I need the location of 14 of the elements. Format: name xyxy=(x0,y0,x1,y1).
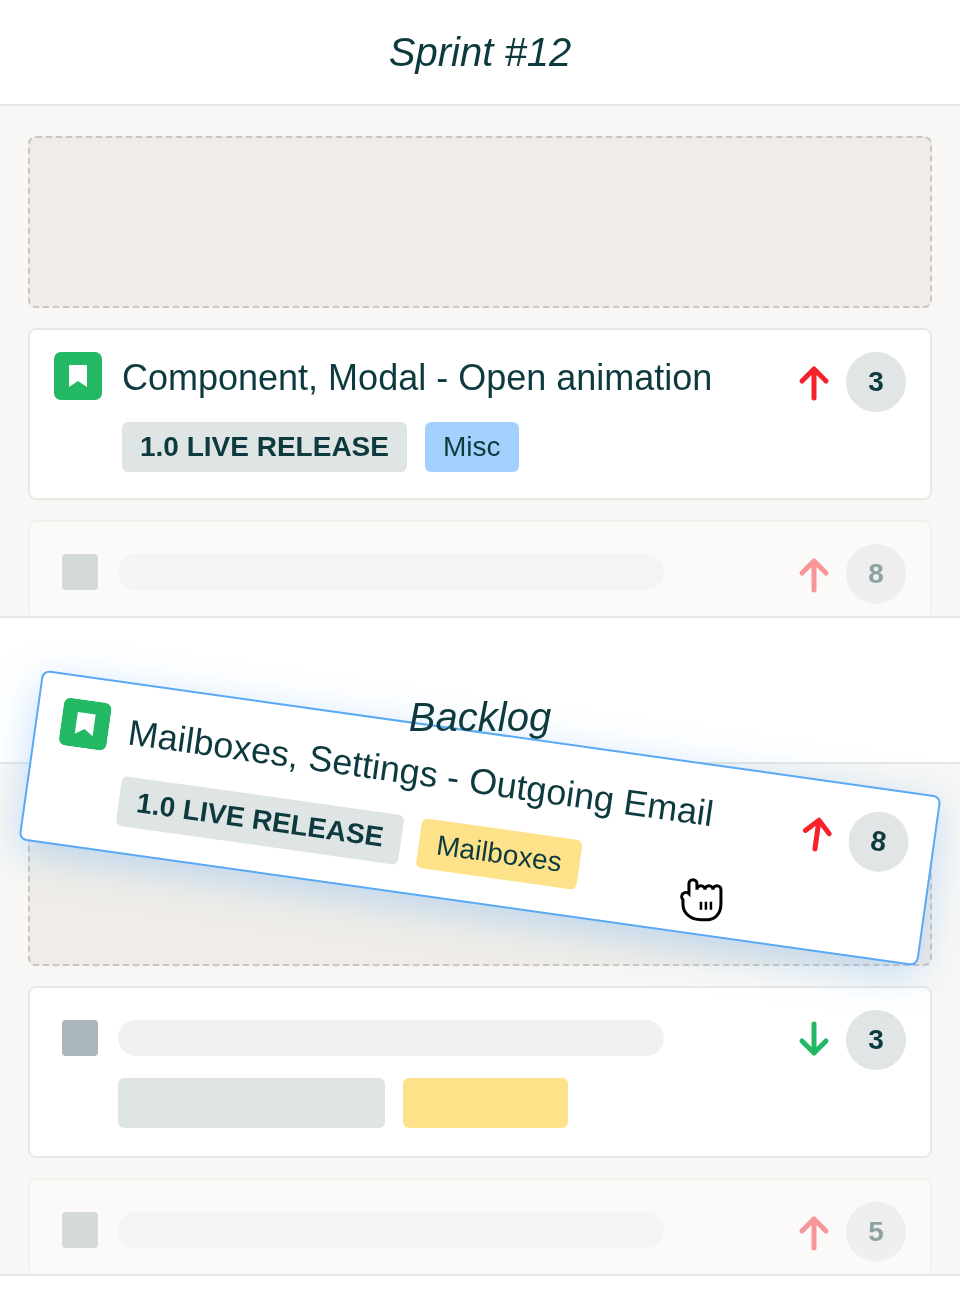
placeholder-icon xyxy=(62,554,98,590)
section-title: Sprint #12 xyxy=(388,29,572,75)
placeholder-icon xyxy=(62,1212,98,1248)
placeholder-icon xyxy=(62,1020,98,1056)
points-badge: 3 xyxy=(846,1010,906,1070)
points-badge: 3 xyxy=(846,352,906,412)
tag: 1.0 LIVE RELEASE xyxy=(122,422,407,472)
points-badge: 5 xyxy=(846,1202,906,1262)
tag: Mailboxes xyxy=(415,818,583,891)
story-icon xyxy=(54,352,102,400)
points-badge: 8 xyxy=(846,544,906,604)
section-title: Backlog xyxy=(408,695,552,740)
tag: Misc xyxy=(424,422,519,472)
card-title: Component, Modal - Open animation xyxy=(122,356,714,400)
